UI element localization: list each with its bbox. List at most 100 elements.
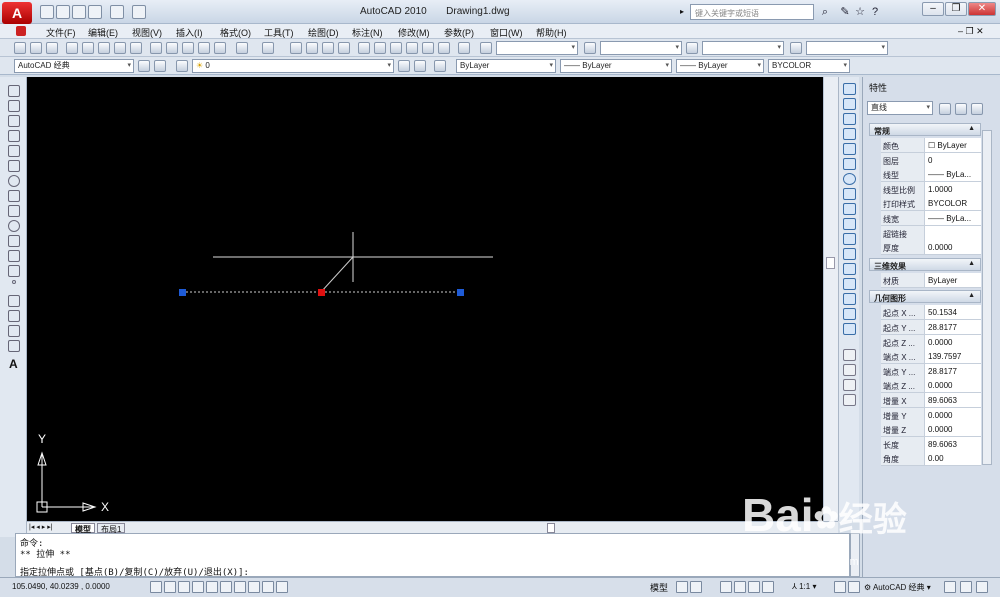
minimize-window-button[interactable]: –	[922, 2, 944, 16]
property-value[interactable]: 0.0000	[924, 378, 981, 394]
snap-mode-icon[interactable]	[150, 581, 162, 593]
menu-format[interactable]: 格式(O)	[220, 26, 251, 39]
steering-wheel-icon[interactable]	[748, 581, 760, 593]
redo-icon[interactable]	[262, 42, 274, 54]
plot-preview-icon[interactable]	[82, 42, 94, 54]
tab-nav-arrows[interactable]: |◂ ◂ ▸ ▸|	[29, 523, 53, 531]
trim-icon[interactable]	[843, 218, 856, 230]
property-value[interactable]: —— ByLa...	[924, 167, 981, 183]
property-value[interactable]: 50.1534	[924, 305, 981, 321]
tab-layout1[interactable]: 布局1	[97, 523, 126, 534]
layer-previous-icon[interactable]	[414, 60, 426, 72]
mid-grip-hot[interactable]	[318, 289, 325, 296]
property-value[interactable]: BYCOLOR	[924, 196, 981, 212]
insert-block-icon[interactable]	[8, 250, 20, 262]
linetype-combo[interactable]: —— ByLayer ▾	[560, 59, 672, 73]
copy-object-icon[interactable]	[843, 98, 856, 110]
toggle-pickadd-icon[interactable]	[939, 103, 951, 115]
help-icon[interactable]	[458, 42, 470, 54]
property-row[interactable]: 角度 0.00	[881, 451, 981, 467]
property-row[interactable]: 长度 89.6063	[881, 436, 981, 452]
menu-edit[interactable]: 编辑(E)	[88, 26, 118, 39]
block-editor-icon[interactable]	[214, 42, 226, 54]
ellipse-icon[interactable]	[8, 220, 20, 232]
expand-search-icon[interactable]: ▸	[680, 7, 688, 17]
arc-icon[interactable]	[8, 160, 20, 172]
command-window[interactable]: 命令: ** 拉伸 ** 指定拉伸点或 [基点(B)/复制(C)/放弃(U)/退…	[15, 533, 850, 578]
properties-icon[interactable]	[358, 42, 370, 54]
array-icon[interactable]	[843, 143, 856, 155]
collapse-icon[interactable]: ▲	[968, 292, 975, 299]
draw-order-back-icon[interactable]	[843, 364, 856, 376]
collapse-icon[interactable]: ▲	[968, 260, 975, 267]
extend-icon[interactable]	[843, 233, 856, 245]
annotation-visibility-icon[interactable]	[834, 581, 846, 593]
quickcalc-icon[interactable]	[438, 42, 450, 54]
multileader-style-icon[interactable]	[790, 42, 802, 54]
quick-properties-icon[interactable]	[276, 581, 288, 593]
property-row[interactable]: 增量 Z 0.0000	[881, 422, 981, 438]
property-value[interactable]: 0.0000	[924, 334, 981, 350]
open-icon[interactable]	[56, 5, 70, 19]
property-section-header[interactable]: 常规 ▲	[869, 123, 981, 136]
multileader-style-combo[interactable]: ▾	[806, 41, 888, 55]
property-value[interactable]: 28.8177	[924, 363, 981, 379]
region-icon[interactable]	[8, 325, 20, 337]
scroll-thumb[interactable]	[826, 257, 835, 269]
table-icon[interactable]	[8, 340, 20, 352]
pan-icon[interactable]	[290, 42, 302, 54]
dynamic-ucs-icon[interactable]	[234, 581, 246, 593]
make-block-icon[interactable]	[8, 265, 20, 277]
property-value[interactable]: 0.0000	[924, 240, 981, 256]
publish-icon[interactable]	[98, 42, 110, 54]
property-value[interactable]: 139.7597	[924, 349, 981, 365]
quick-view-drawings-icon[interactable]	[690, 581, 702, 593]
polygon-icon[interactable]	[8, 130, 20, 142]
polar-tracking-icon[interactable]	[192, 581, 204, 593]
draw-order-above-icon[interactable]	[843, 379, 856, 391]
workspace-settings-icon[interactable]	[138, 60, 150, 72]
mirror-icon[interactable]	[843, 113, 856, 125]
grid-display-icon[interactable]	[164, 581, 176, 593]
property-row[interactable]: 端点 X ... 139.7597	[881, 349, 981, 365]
help-icon[interactable]: ?	[868, 5, 882, 19]
property-value[interactable]: ☐ ByLayer	[924, 138, 981, 153]
offset-icon[interactable]	[843, 128, 856, 140]
menu-dimension[interactable]: 标注(N)	[352, 26, 383, 39]
property-value[interactable]: 28.8177	[924, 320, 981, 335]
property-value[interactable]: 89.6063	[924, 393, 981, 408]
line-icon[interactable]	[8, 85, 20, 97]
property-value[interactable]: 1.0000	[924, 181, 981, 197]
tool-palettes-icon[interactable]	[390, 42, 402, 54]
select-objects-icon[interactable]	[955, 103, 967, 115]
communication-center-icon[interactable]: ✎	[838, 5, 852, 19]
end-grip[interactable]	[457, 289, 464, 296]
erase-icon[interactable]	[843, 83, 856, 95]
table-style-icon[interactable]	[686, 42, 698, 54]
3d-dwf-icon[interactable]	[114, 42, 126, 54]
showmotion-icon[interactable]	[762, 581, 774, 593]
new-icon[interactable]	[40, 5, 54, 19]
property-row[interactable]: 超链接	[881, 225, 981, 241]
layer-state-icon[interactable]	[176, 60, 188, 72]
menu-parametric[interactable]: 参数(P)	[444, 26, 474, 39]
property-value[interactable]	[924, 225, 981, 241]
clean-screen-icon[interactable]	[976, 581, 988, 593]
zoom-realtime-icon[interactable]	[306, 42, 318, 54]
plot-icon[interactable]	[132, 5, 146, 19]
annotation-scale[interactable]: ⅄ 1:1 ▾	[792, 582, 816, 591]
scale-icon[interactable]	[843, 188, 856, 200]
stretch-icon[interactable]	[843, 203, 856, 215]
pan-status-icon[interactable]	[720, 581, 732, 593]
cut-icon[interactable]	[150, 42, 162, 54]
revision-cloud-icon[interactable]	[8, 190, 20, 202]
binoculars-icon[interactable]: ⌕	[818, 5, 832, 19]
menu-view[interactable]: 视图(V)	[132, 26, 162, 39]
plot-icon[interactable]	[66, 42, 78, 54]
app-menu-icon[interactable]	[16, 26, 26, 36]
quick-select-icon[interactable]	[971, 103, 983, 115]
collapse-icon[interactable]: ▲	[968, 125, 975, 132]
zoom-window-icon[interactable]	[322, 42, 334, 54]
save-icon[interactable]	[72, 5, 86, 19]
circle-icon[interactable]	[8, 175, 20, 187]
